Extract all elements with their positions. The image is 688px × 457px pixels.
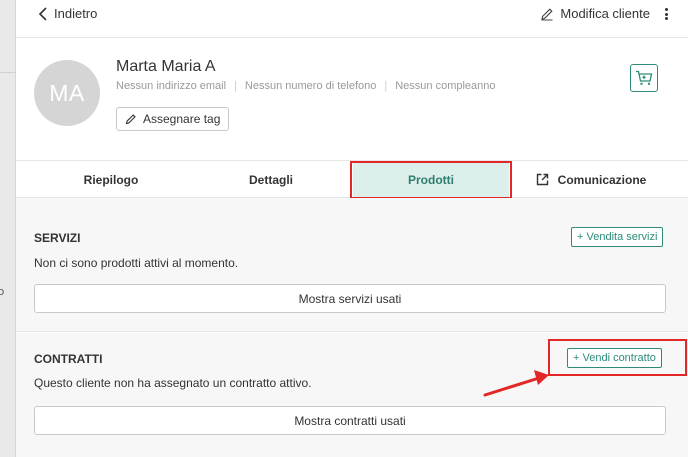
tab-label: Riepilogo [83, 172, 139, 187]
customer-birthday: Nessun compleanno [395, 80, 496, 92]
separator: | [384, 80, 388, 92]
tab-dettagli[interactable]: Dettagli [186, 161, 356, 198]
customer-phone: Nessun numero di telefono [244, 80, 377, 92]
highlight-box-tab [350, 161, 512, 199]
cart-button[interactable] [630, 64, 658, 92]
contracts-empty-text: Questo cliente non ha assegnato un contr… [34, 376, 312, 390]
assign-tag-button[interactable]: Assegnare tag [116, 107, 230, 131]
panel-header: Indietro Modifica cliente [16, 0, 688, 38]
assign-tag-label: Assegnare tag [143, 112, 221, 126]
external-link-icon [536, 173, 548, 186]
avatar: MA [34, 60, 100, 126]
customer-panel: Indietro Modifica cliente MA Marta Maria… [16, 0, 688, 457]
cart-icon [636, 70, 653, 85]
separator: | [234, 80, 237, 92]
edit-customer-button[interactable]: Modifica cliente [540, 6, 650, 21]
contracts-title: CONTRATTI [34, 352, 103, 366]
sell-services-button[interactable]: + Vendita servizi [571, 227, 664, 247]
tab-comunicazione[interactable]: Comunicazione [516, 161, 666, 198]
highlight-box-button [548, 339, 687, 376]
customer-email: Nessun indirizzo email [116, 80, 227, 92]
chevron-left-icon [38, 6, 47, 21]
more-options-icon[interactable] [660, 6, 672, 22]
show-used-contracts-button[interactable]: Mostra contratti usati [34, 406, 666, 435]
services-empty-text: Non ci sono prodotti attivi al momento. [34, 256, 239, 270]
show-used-services-button[interactable]: Mostra servizi usati [34, 284, 666, 313]
pencil-icon [125, 114, 136, 125]
customer-name: Marta Maria A [116, 58, 216, 75]
tab-label: Dettagli [248, 172, 293, 187]
background-page-strip: o [0, 0, 16, 457]
background-divider [0, 72, 16, 73]
services-section: SERVIZI + Vendita servizi Non ci sono pr… [16, 198, 688, 332]
pencil-icon [541, 7, 553, 21]
background-text: o [0, 286, 5, 298]
tab-riepilogo[interactable]: Riepilogo [16, 161, 206, 198]
services-title: SERVIZI [34, 231, 81, 245]
back-button[interactable]: Indietro [38, 6, 97, 21]
customer-contact-info: Nessun indirizzo email | Nessun numero d… [116, 80, 496, 92]
tab-label: Comunicazione [557, 172, 647, 187]
edit-customer-label: Modifica cliente [560, 6, 650, 21]
back-label: Indietro [54, 6, 98, 21]
